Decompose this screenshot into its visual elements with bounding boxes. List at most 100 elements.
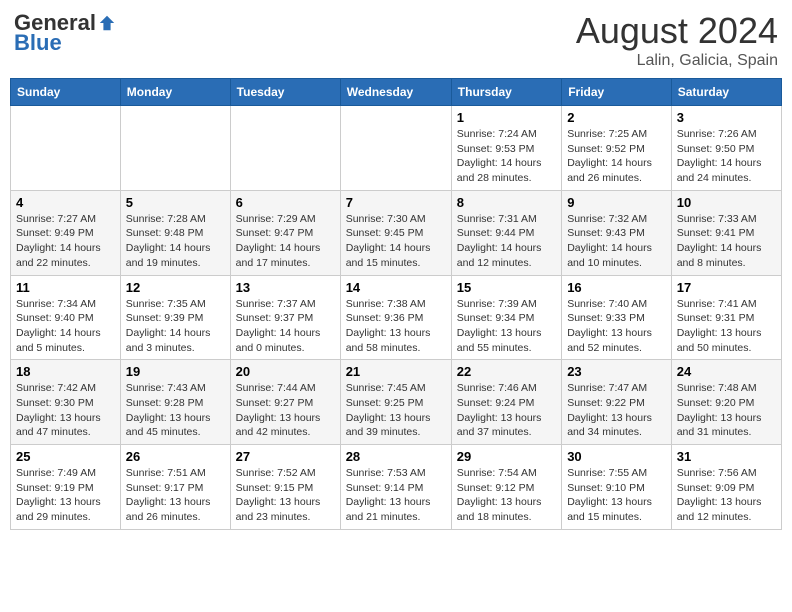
logo-icon [98, 14, 116, 32]
day-number: 30 [567, 449, 666, 464]
calendar-day-cell: 29Sunrise: 7:54 AM Sunset: 9:12 PM Dayli… [451, 445, 561, 530]
day-info: Sunrise: 7:34 AM Sunset: 9:40 PM Dayligh… [16, 297, 115, 356]
day-number: 31 [677, 449, 776, 464]
day-info: Sunrise: 7:42 AM Sunset: 9:30 PM Dayligh… [16, 381, 115, 440]
day-info: Sunrise: 7:48 AM Sunset: 9:20 PM Dayligh… [677, 381, 776, 440]
month-year-title: August 2024 [576, 10, 778, 52]
day-number: 17 [677, 280, 776, 295]
calendar-day-cell: 5 Sunrise: 7:28 AM Sunset: 9:48 PM Daylig… [120, 190, 230, 275]
day-number: 5 [126, 195, 225, 210]
calendar-day-cell [11, 106, 121, 191]
day-info: Sunrise: 7:31 AM Sunset: 9:44 PM Dayligh… [457, 212, 556, 271]
day-info: Sunrise: 7:47 AM Sunset: 9:22 PM Dayligh… [567, 381, 666, 440]
calendar-day-cell: 2 Sunrise: 7:25 AM Sunset: 9:52 PM Daylig… [562, 106, 672, 191]
day-number: 10 [677, 195, 776, 210]
calendar-day-cell: 12 Sunrise: 7:35 AM Sunset: 9:39 PM Dayli… [120, 275, 230, 360]
day-info: Sunrise: 7:25 AM Sunset: 9:52 PM Dayligh… [567, 127, 666, 186]
day-number: 11 [16, 280, 115, 295]
day-number: 28 [346, 449, 446, 464]
calendar-day-cell: 27 Sunrise: 7:52 AM Sunset: 9:15 PM Dayli… [230, 445, 340, 530]
calendar-day-cell: 21 Sunrise: 7:45 AM Sunset: 9:25 PM Dayli… [340, 360, 451, 445]
day-info: Sunrise: 7:24 AM Sunset: 9:53 PM Dayligh… [457, 127, 556, 186]
calendar-header-row: SundayMondayTuesdayWednesdayThursdayFrid… [11, 79, 782, 106]
calendar-week-row: 25 Sunrise: 7:49 AM Sunset: 9:19 PM Dayli… [11, 445, 782, 530]
calendar-day-cell: 8 Sunrise: 7:31 AM Sunset: 9:44 PM Daylig… [451, 190, 561, 275]
calendar-day-header: Thursday [451, 79, 561, 106]
day-info: Sunrise: 7:45 AM Sunset: 9:25 PM Dayligh… [346, 381, 446, 440]
day-info: Sunrise: 7:51 AM Sunset: 9:17 PM Dayligh… [126, 466, 225, 525]
day-number: 23 [567, 364, 666, 379]
day-info: Sunrise: 7:52 AM Sunset: 9:15 PM Dayligh… [236, 466, 335, 525]
calendar-day-header: Monday [120, 79, 230, 106]
calendar-day-cell: 1Sunrise: 7:24 AM Sunset: 9:53 PM Daylig… [451, 106, 561, 191]
calendar-day-header: Friday [562, 79, 672, 106]
day-info: Sunrise: 7:40 AM Sunset: 9:33 PM Dayligh… [567, 297, 666, 356]
calendar-week-row: 1Sunrise: 7:24 AM Sunset: 9:53 PM Daylig… [11, 106, 782, 191]
calendar-day-cell: 28 Sunrise: 7:53 AM Sunset: 9:14 PM Dayli… [340, 445, 451, 530]
day-info: Sunrise: 7:35 AM Sunset: 9:39 PM Dayligh… [126, 297, 225, 356]
day-info: Sunrise: 7:38 AM Sunset: 9:36 PM Dayligh… [346, 297, 446, 356]
calendar-day-cell: 25 Sunrise: 7:49 AM Sunset: 9:19 PM Dayli… [11, 445, 121, 530]
day-info: Sunrise: 7:26 AM Sunset: 9:50 PM Dayligh… [677, 127, 776, 186]
day-number: 14 [346, 280, 446, 295]
day-number: 15 [457, 280, 556, 295]
day-info: Sunrise: 7:49 AM Sunset: 9:19 PM Dayligh… [16, 466, 115, 525]
page-header: General Blue August 2024 Lalin, Galicia,… [10, 10, 782, 70]
day-info: Sunrise: 7:37 AM Sunset: 9:37 PM Dayligh… [236, 297, 335, 356]
day-info: Sunrise: 7:30 AM Sunset: 9:45 PM Dayligh… [346, 212, 446, 271]
calendar-week-row: 18 Sunrise: 7:42 AM Sunset: 9:30 PM Dayli… [11, 360, 782, 445]
calendar-day-cell: 16 Sunrise: 7:40 AM Sunset: 9:33 PM Dayli… [562, 275, 672, 360]
day-number: 21 [346, 364, 446, 379]
day-number: 24 [677, 364, 776, 379]
title-block: August 2024 Lalin, Galicia, Spain [576, 10, 778, 70]
day-info: Sunrise: 7:41 AM Sunset: 9:31 PM Dayligh… [677, 297, 776, 356]
calendar-day-cell: 30 Sunrise: 7:55 AM Sunset: 9:10 PM Dayli… [562, 445, 672, 530]
day-number: 3 [677, 110, 776, 125]
calendar-week-row: 11 Sunrise: 7:34 AM Sunset: 9:40 PM Dayli… [11, 275, 782, 360]
calendar-day-cell: 19Sunrise: 7:43 AM Sunset: 9:28 PM Dayli… [120, 360, 230, 445]
day-number: 18 [16, 364, 115, 379]
logo-blue-text: Blue [14, 30, 62, 56]
day-info: Sunrise: 7:43 AM Sunset: 9:28 PM Dayligh… [126, 381, 225, 440]
day-info: Sunrise: 7:28 AM Sunset: 9:48 PM Dayligh… [126, 212, 225, 271]
calendar-day-cell: 3 Sunrise: 7:26 AM Sunset: 9:50 PM Daylig… [671, 106, 781, 191]
day-number: 7 [346, 195, 446, 210]
calendar-day-cell: 14 Sunrise: 7:38 AM Sunset: 9:36 PM Dayli… [340, 275, 451, 360]
calendar-day-header: Saturday [671, 79, 781, 106]
day-number: 9 [567, 195, 666, 210]
day-number: 6 [236, 195, 335, 210]
logo: General Blue [14, 10, 116, 56]
day-info: Sunrise: 7:53 AM Sunset: 9:14 PM Dayligh… [346, 466, 446, 525]
day-number: 27 [236, 449, 335, 464]
day-info: Sunrise: 7:54 AM Sunset: 9:12 PM Dayligh… [457, 466, 556, 525]
calendar-day-cell: 11 Sunrise: 7:34 AM Sunset: 9:40 PM Dayli… [11, 275, 121, 360]
day-number: 25 [16, 449, 115, 464]
calendar-day-cell: 4 Sunrise: 7:27 AM Sunset: 9:49 PM Daylig… [11, 190, 121, 275]
calendar-table: SundayMondayTuesdayWednesdayThursdayFrid… [10, 78, 782, 530]
calendar-day-cell: 18 Sunrise: 7:42 AM Sunset: 9:30 PM Dayli… [11, 360, 121, 445]
day-number: 13 [236, 280, 335, 295]
day-number: 12 [126, 280, 225, 295]
calendar-day-cell: 6Sunrise: 7:29 AM Sunset: 9:47 PM Daylig… [230, 190, 340, 275]
calendar-day-cell: 15 Sunrise: 7:39 AM Sunset: 9:34 PM Dayli… [451, 275, 561, 360]
calendar-day-header: Wednesday [340, 79, 451, 106]
calendar-day-cell [230, 106, 340, 191]
day-number: 16 [567, 280, 666, 295]
calendar-day-cell: 20 Sunrise: 7:44 AM Sunset: 9:27 PM Dayli… [230, 360, 340, 445]
day-info: Sunrise: 7:46 AM Sunset: 9:24 PM Dayligh… [457, 381, 556, 440]
day-number: 4 [16, 195, 115, 210]
day-info: Sunrise: 7:27 AM Sunset: 9:49 PM Dayligh… [16, 212, 115, 271]
day-number: 8 [457, 195, 556, 210]
day-number: 22 [457, 364, 556, 379]
calendar-day-cell: 31Sunrise: 7:56 AM Sunset: 9:09 PM Dayli… [671, 445, 781, 530]
day-info: Sunrise: 7:44 AM Sunset: 9:27 PM Dayligh… [236, 381, 335, 440]
day-info: Sunrise: 7:32 AM Sunset: 9:43 PM Dayligh… [567, 212, 666, 271]
day-info: Sunrise: 7:55 AM Sunset: 9:10 PM Dayligh… [567, 466, 666, 525]
calendar-day-header: Sunday [11, 79, 121, 106]
calendar-day-cell: 9 Sunrise: 7:32 AM Sunset: 9:43 PM Daylig… [562, 190, 672, 275]
calendar-day-cell: 22 Sunrise: 7:46 AM Sunset: 9:24 PM Dayli… [451, 360, 561, 445]
day-info: Sunrise: 7:39 AM Sunset: 9:34 PM Dayligh… [457, 297, 556, 356]
calendar-day-cell: 13 Sunrise: 7:37 AM Sunset: 9:37 PM Dayli… [230, 275, 340, 360]
day-number: 20 [236, 364, 335, 379]
day-number: 2 [567, 110, 666, 125]
